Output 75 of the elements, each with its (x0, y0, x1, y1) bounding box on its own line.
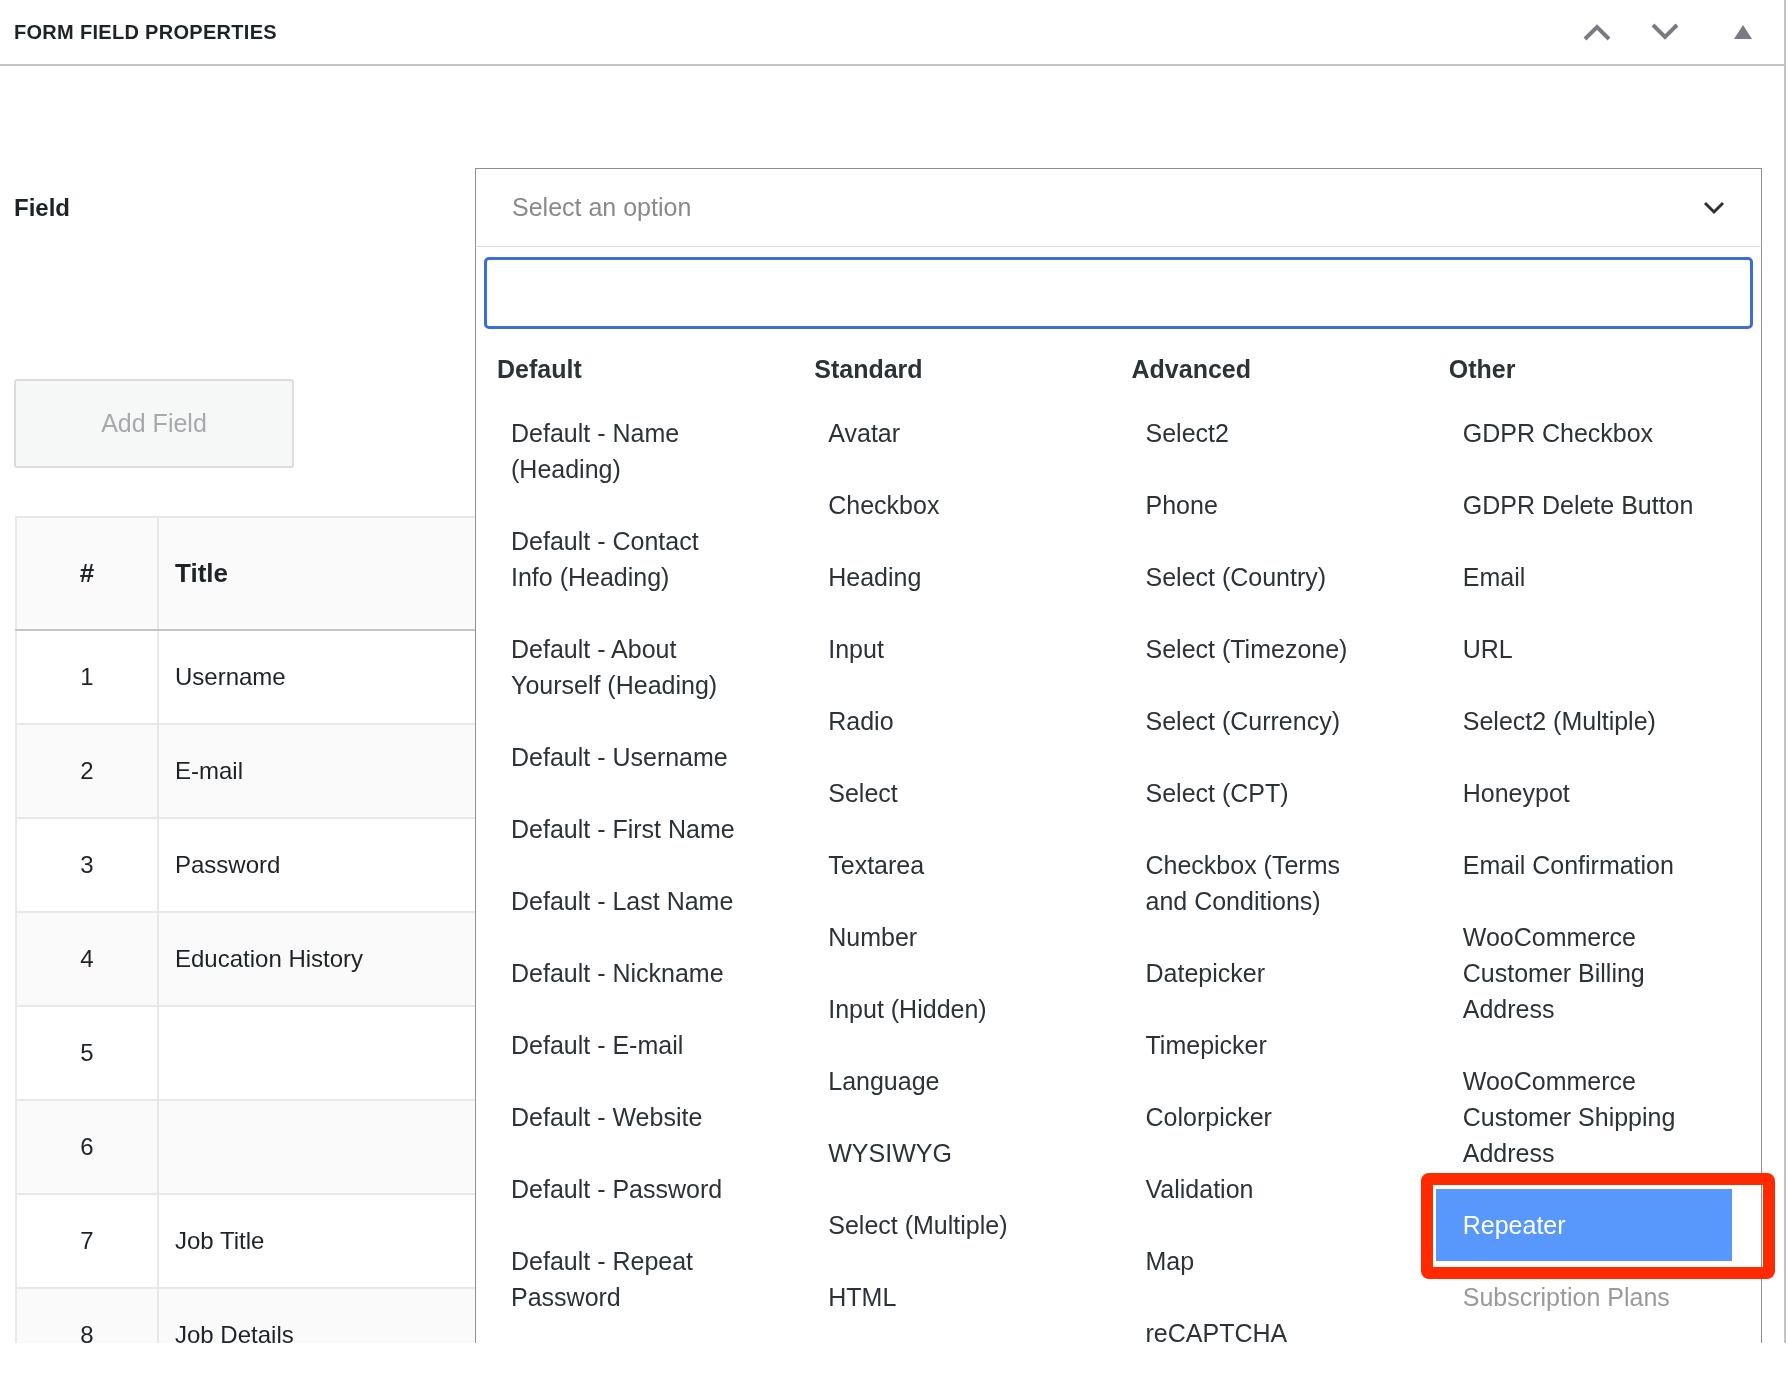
dropdown-option[interactable]: URL (1435, 612, 1732, 685)
dropdown-option[interactable]: Honeypot (1435, 756, 1732, 829)
dropdown-option[interactable]: WooCommerce Customer Shipping Address (1435, 1044, 1732, 1189)
row-number: 2 (80, 757, 94, 784)
dropdown-option[interactable]: Default - E-mail (484, 1008, 780, 1081)
dropdown-option[interactable]: Default - Repeat Password (484, 1224, 780, 1333)
column-header: Title (175, 558, 228, 588)
group-heading: Other (1447, 354, 1517, 385)
dropdown-option[interactable]: Default - Contact Info (Heading) (484, 504, 780, 613)
row-number: 7 (80, 1227, 94, 1254)
table-cell: Password (175, 851, 281, 878)
dropdown-option[interactable]: Default - About Yourself (Heading) (484, 612, 780, 721)
dropdown-option[interactable]: Number (801, 900, 1098, 973)
group-heading: Advanced (1130, 354, 1252, 385)
dropdown-option[interactable]: WYSIWYG (801, 1116, 1098, 1189)
dropdown-option[interactable]: Radio (801, 684, 1098, 757)
dropdown-option[interactable]: Select (Timezone) (1118, 612, 1415, 685)
table-cell: Education History (175, 945, 364, 972)
row-number: 8 (80, 1321, 94, 1343)
row-number: 5 (80, 1039, 94, 1066)
table-cell: Job Details (175, 1321, 294, 1343)
dropdown-option[interactable]: Validation (1118, 1152, 1415, 1225)
dropdown-option[interactable]: Textarea (801, 828, 1098, 901)
dropdown-option[interactable]: Checkbox (Terms and Conditions) (1118, 828, 1415, 937)
dropdown-option[interactable]: GDPR Checkbox (1435, 396, 1732, 469)
dropdown-option[interactable]: Default - Username (484, 720, 780, 793)
table-cell: Username (175, 663, 286, 690)
row-number: 1 (80, 663, 94, 690)
dropdown-option[interactable]: Select2 (Multiple) (1435, 684, 1732, 757)
chevron-up-icon[interactable] (1582, 23, 1612, 41)
select-placeholder: Select an option (512, 191, 692, 223)
dropdown-option[interactable]: Select (Multiple) (801, 1188, 1098, 1261)
chevron-down-icon[interactable] (1650, 23, 1680, 41)
dropdown-option[interactable]: Select2 (1118, 396, 1415, 469)
dropdown-option[interactable]: Email Confirmation (1435, 828, 1732, 901)
dropdown-option[interactable]: Default - Password (484, 1152, 780, 1225)
row-number: 3 (80, 851, 94, 878)
dropdown-option[interactable]: Language (801, 1044, 1098, 1117)
dropdown-option[interactable]: Datepicker (1118, 936, 1415, 1009)
dropdown-option[interactable]: Input (801, 612, 1098, 685)
column-header: # (79, 558, 95, 588)
dropdown-option[interactable]: Timepicker (1118, 1008, 1415, 1081)
search-field[interactable] (484, 257, 1753, 329)
dropdown-option[interactable]: Colorpicker (1118, 1080, 1415, 1153)
dropdown-option[interactable]: WooCommerce Customer Billing Address (1435, 900, 1732, 1045)
group-heading: Default (496, 354, 583, 385)
dropdown-option[interactable]: Select (Currency) (1118, 684, 1415, 757)
dropdown-option[interactable]: Avatar (801, 396, 1098, 469)
dropdown-option: Subscription Plans (1435, 1260, 1732, 1333)
dropdown-option[interactable]: Default - First Name (484, 792, 780, 865)
dropdown-option[interactable]: Select (Country) (1118, 540, 1415, 613)
dropdown-option[interactable]: Heading (801, 540, 1098, 613)
dropdown-option[interactable]: Default - Nickname (484, 936, 780, 1009)
group-heading: Standard (813, 354, 924, 385)
triangle-up-icon[interactable] (1734, 25, 1752, 39)
dropdown-option[interactable]: Phone (1118, 468, 1415, 541)
table-cell: Job Title (175, 1227, 265, 1254)
row-number: 6 (80, 1133, 94, 1160)
dropdown-option[interactable]: Default - Website (484, 1080, 780, 1153)
dropdown-option[interactable]: Select (CPT) (1118, 756, 1415, 829)
dropdown-option[interactable]: Email (1435, 540, 1732, 613)
dropdown-option[interactable]: GDPR Delete Button (1435, 468, 1732, 541)
dropdown-option[interactable]: Default - Last Name (484, 864, 780, 937)
field-label: Field (13, 192, 71, 223)
table-cell: E-mail (175, 757, 243, 784)
dropdown-option[interactable]: Checkbox (801, 468, 1098, 541)
panel-title: FORM FIELD PROPERTIES (14, 20, 277, 45)
dropdown-option[interactable]: Input (Hidden) (801, 972, 1098, 1045)
dropdown-option[interactable]: reCAPTCHA (1118, 1296, 1415, 1343)
dropdown-option[interactable]: Map (1118, 1224, 1415, 1297)
dropdown-option[interactable]: Default - Name (Heading) (484, 396, 780, 505)
dropdown-option[interactable]: HTML (801, 1260, 1098, 1333)
dropdown-option[interactable]: Select (801, 756, 1098, 829)
chevron-down-icon (1703, 200, 1725, 215)
row-number: 4 (80, 945, 94, 972)
